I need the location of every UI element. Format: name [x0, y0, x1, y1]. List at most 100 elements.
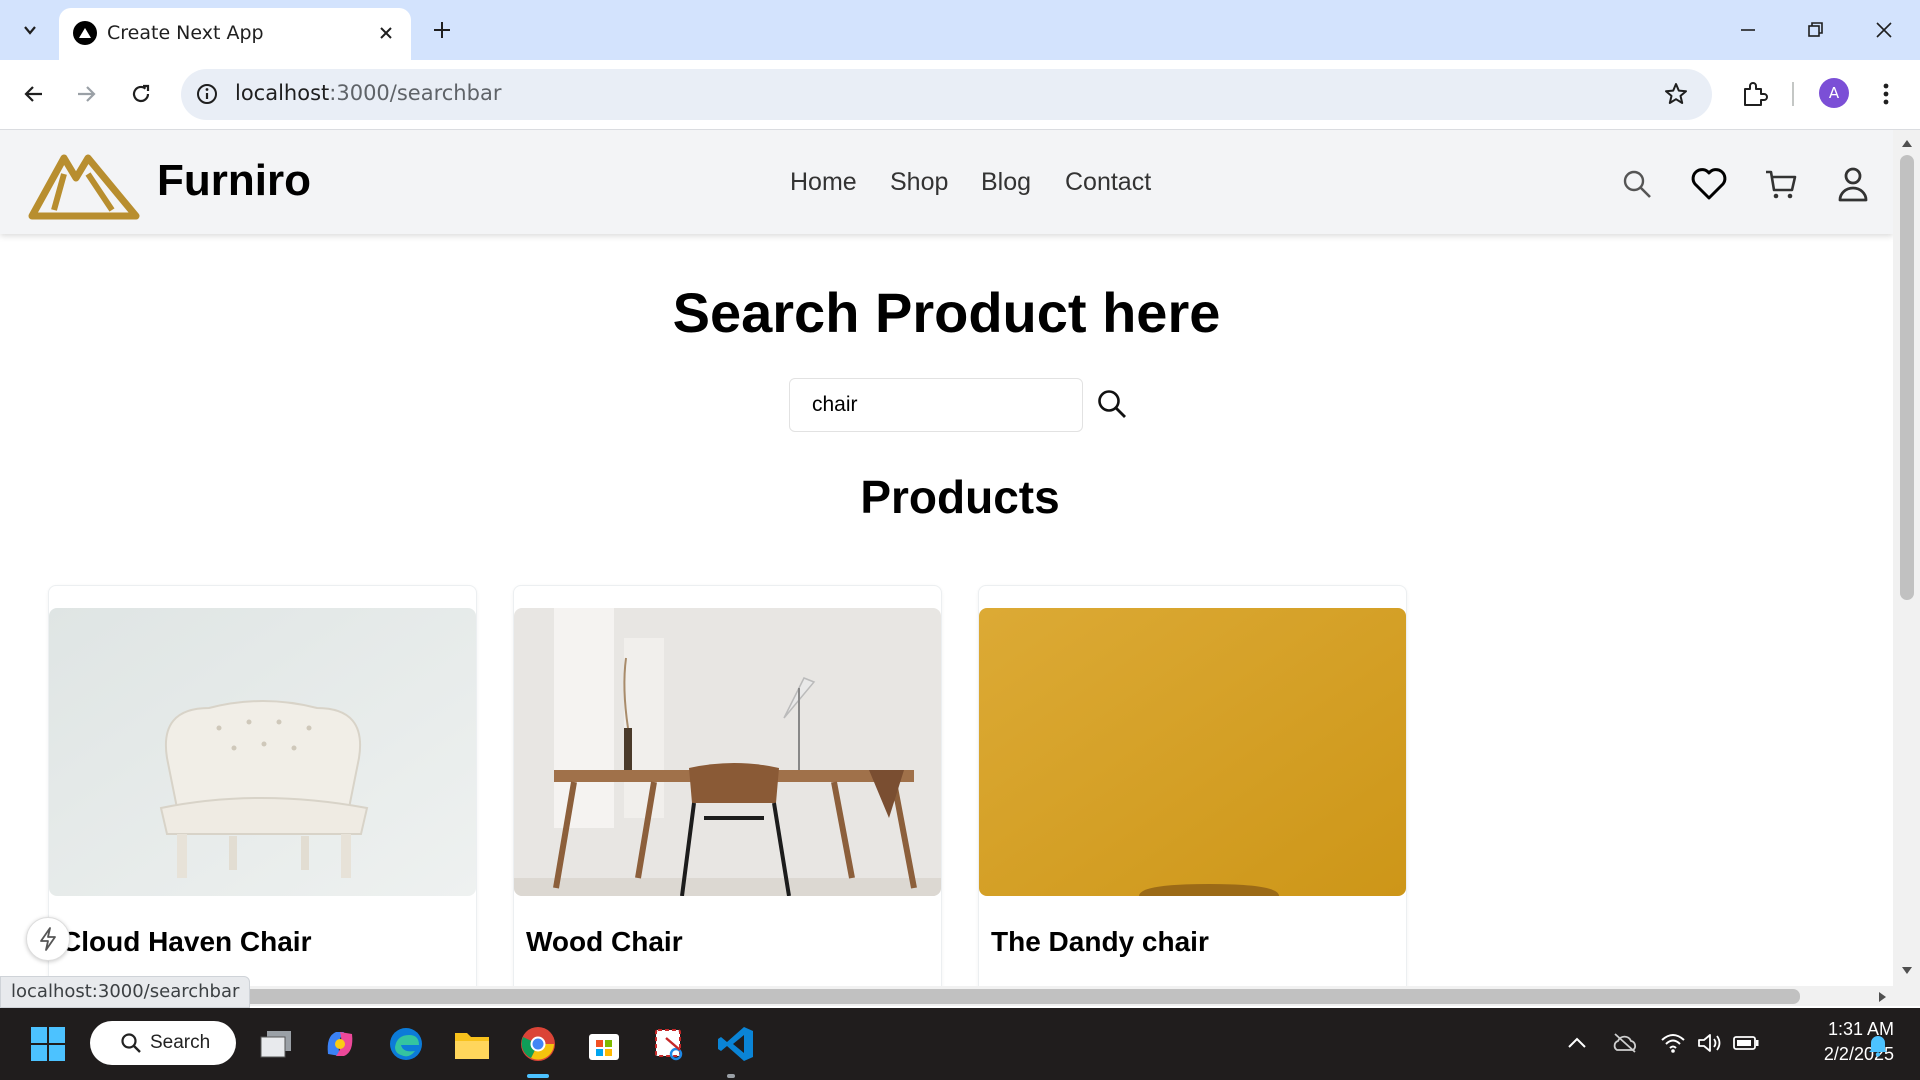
close-window-button[interactable]: [1856, 6, 1912, 54]
product-card[interactable]: Cloud Haven Chair: [48, 585, 477, 986]
edge-app[interactable]: [384, 1022, 428, 1066]
url-text: localhost:3000/searchbar: [235, 81, 501, 105]
taskbar: Search 1:31 AM 2/2/2025: [0, 1008, 1920, 1080]
link-status-bubble: localhost:3000/searchbar: [0, 976, 251, 1008]
chrome-app-active[interactable]: [516, 1022, 560, 1066]
active-app-indicator: [527, 1074, 549, 1078]
taskbar-search-box[interactable]: Search: [90, 1021, 236, 1065]
chrome-icon: [521, 1027, 555, 1061]
search-submit-button[interactable]: [1090, 382, 1134, 426]
product-image[interactable]: [979, 608, 1406, 896]
header-search-button[interactable]: [1617, 164, 1657, 204]
file-explorer-app[interactable]: [450, 1022, 494, 1066]
vertical-scrollbar[interactable]: [1893, 130, 1920, 986]
extensions-puzzle-icon[interactable]: [1740, 80, 1768, 108]
copilot-app[interactable]: [318, 1022, 362, 1066]
products-heading: Products: [860, 471, 1060, 523]
plus-icon: [434, 22, 450, 38]
profile-avatar[interactable]: A: [1819, 78, 1849, 108]
microsoft-store-app[interactable]: [582, 1022, 626, 1066]
cart-button[interactable]: [1761, 164, 1801, 204]
running-app-indicator: [727, 1074, 735, 1078]
product-card[interactable]: The Dandy chair: [978, 585, 1407, 986]
lightning-bolt-icon: [40, 927, 56, 951]
horizontal-scrollbar-thumb[interactable]: [210, 989, 1800, 1004]
onedrive-offline-icon[interactable]: [1612, 1032, 1638, 1054]
product-name[interactable]: The Dandy chair: [991, 926, 1209, 958]
tab-close-button[interactable]: [373, 20, 399, 46]
scroll-right-arrow-icon[interactable]: [1878, 991, 1888, 1003]
close-icon: [1876, 22, 1892, 38]
minimize-button[interactable]: [1720, 6, 1776, 54]
task-view-button[interactable]: [254, 1022, 298, 1066]
search-icon: [1623, 170, 1651, 198]
forward-button[interactable]: [64, 72, 108, 116]
close-icon: [380, 27, 392, 39]
product-image[interactable]: [49, 608, 476, 896]
taskbar-search-label: Search: [150, 1032, 211, 1053]
scroll-up-arrow-icon[interactable]: [1901, 138, 1913, 148]
wishlist-button[interactable]: [1689, 164, 1729, 204]
product-search-input[interactable]: [789, 378, 1083, 432]
battery-icon[interactable]: [1732, 1034, 1760, 1052]
vscode-app[interactable]: [714, 1022, 758, 1066]
start-button[interactable]: [26, 1022, 70, 1066]
product-name[interactable]: Wood Chair: [526, 926, 683, 958]
snipping-tool-app[interactable]: [648, 1022, 692, 1066]
back-button[interactable]: [12, 72, 56, 116]
product-card[interactable]: Wood Chair: [513, 585, 942, 986]
furniro-logo-icon[interactable]: [28, 148, 140, 220]
site-header: Furniro Home Shop Blog Contact: [0, 130, 1893, 234]
bookmark-star-icon[interactable]: [1663, 81, 1689, 107]
new-tab-button[interactable]: [424, 12, 460, 48]
search-icon: [1098, 390, 1126, 418]
notification-bell-icon[interactable]: [1866, 1032, 1890, 1058]
nav-link-home[interactable]: Home: [790, 168, 857, 197]
reload-icon: [132, 84, 150, 103]
edge-browser-icon: [390, 1028, 422, 1060]
cart-icon: [1766, 170, 1797, 199]
nextjs-favicon-icon: [73, 21, 97, 45]
search-icon: [121, 1033, 141, 1053]
folder-icon: [455, 1033, 489, 1059]
brand-name[interactable]: Furniro: [157, 156, 311, 206]
task-view-icon: [260, 1031, 291, 1058]
more-vertical-icon[interactable]: [1876, 80, 1896, 108]
dev-tools-floating-button[interactable]: [26, 917, 70, 961]
tab-bar: Create Next App: [0, 0, 1920, 60]
restore-button[interactable]: [1788, 6, 1844, 54]
copilot-icon: [327, 1032, 353, 1056]
tab-title: Create Next App: [107, 22, 264, 44]
horizontal-scrollbar[interactable]: [0, 986, 1920, 1006]
site-info-icon[interactable]: [195, 82, 219, 106]
web-page: Furniro Home Shop Blog Contact Search Pr…: [0, 130, 1893, 986]
heart-icon: [1691, 168, 1727, 200]
url-host: localhost: [235, 81, 330, 105]
account-button[interactable]: [1833, 164, 1873, 204]
vertical-scrollbar-thumb[interactable]: [1900, 155, 1914, 600]
scroll-down-arrow-icon[interactable]: [1901, 966, 1913, 976]
wifi-icon[interactable]: [1660, 1032, 1686, 1054]
store-icon: [589, 1034, 619, 1060]
snipping-tool-icon: [655, 1029, 683, 1061]
nav-link-shop[interactable]: Shop: [890, 168, 948, 197]
reload-button[interactable]: [119, 72, 163, 116]
address-bar[interactable]: localhost:3000/searchbar: [181, 69, 1712, 120]
minimize-icon: [1741, 29, 1755, 31]
toolbar-divider: [1792, 82, 1794, 106]
nav-link-contact[interactable]: Contact: [1065, 168, 1151, 197]
arrow-left-icon: [24, 86, 42, 102]
arrow-right-icon: [78, 86, 96, 102]
browser-toolbar: localhost:3000/searchbar A: [0, 60, 1920, 130]
browser-tab-active[interactable]: Create Next App: [59, 8, 411, 60]
volume-icon[interactable]: [1696, 1032, 1724, 1054]
chevron-down-icon: [24, 26, 36, 35]
chevron-up-icon[interactable]: [1566, 1034, 1588, 1052]
product-name[interactable]: Cloud Haven Chair: [61, 926, 311, 958]
product-image[interactable]: [514, 608, 941, 896]
page-title: Search Product here: [672, 281, 1221, 344]
nav-link-blog[interactable]: Blog: [981, 168, 1031, 197]
user-icon: [1838, 167, 1868, 202]
tab-search-dropdown-button[interactable]: [10, 12, 50, 48]
url-path: :3000/searchbar: [329, 81, 502, 105]
